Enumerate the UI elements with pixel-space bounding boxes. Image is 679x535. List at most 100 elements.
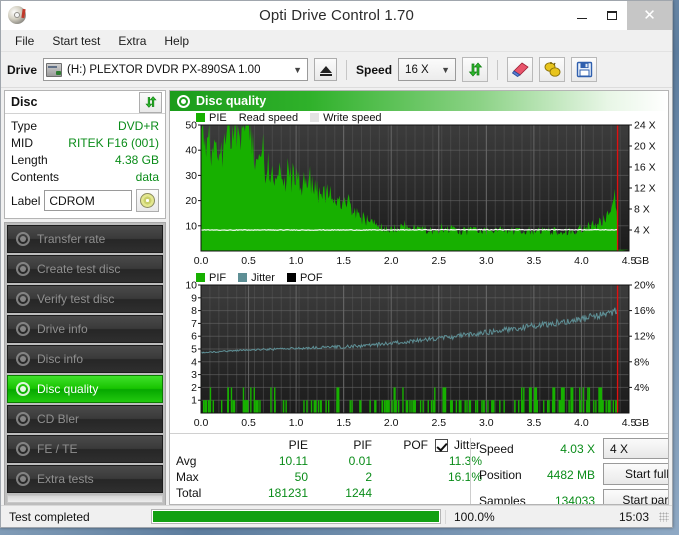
sidebar-item-create-test-disc[interactable]: Create test disc xyxy=(7,255,163,283)
left-column: Disc Type DVD+R MID RITEK F16 (001) Leng… xyxy=(4,90,166,505)
eject-icon xyxy=(319,66,332,76)
save-icon xyxy=(576,61,592,78)
sidebar-item-fe-te[interactable]: FE / TE xyxy=(7,435,163,463)
refresh-button[interactable] xyxy=(462,57,489,82)
svg-text:4.0: 4.0 xyxy=(574,255,589,267)
svg-text:8%: 8% xyxy=(634,356,649,368)
svg-text:30: 30 xyxy=(185,170,197,182)
sidebar-item-label: Verify test disc xyxy=(37,292,115,306)
legend-swatch-jitter xyxy=(238,273,248,282)
menu-help[interactable]: Help xyxy=(156,31,197,51)
jitter-checkbox[interactable] xyxy=(435,438,448,452)
sidebar-item-drive-info[interactable]: Drive info xyxy=(7,315,163,343)
svg-text:1.0: 1.0 xyxy=(289,417,304,429)
sidebar-item-extra-tests[interactable]: Extra tests xyxy=(7,465,163,493)
start-part-button[interactable]: Start part xyxy=(603,489,668,504)
disc-refresh-button[interactable] xyxy=(139,91,162,113)
menu-start-test[interactable]: Start test xyxy=(44,31,108,51)
stats-row-label-max: Max xyxy=(176,470,199,484)
legend-swatch-pof xyxy=(286,273,296,282)
plug-button[interactable] xyxy=(539,57,566,82)
test-speed-value: 4 X xyxy=(610,441,629,456)
svg-text:4%: 4% xyxy=(634,382,649,394)
svg-text:40: 40 xyxy=(185,145,197,157)
disc-label-input[interactable]: CDROM xyxy=(44,190,132,211)
chevron-down-icon: ▼ xyxy=(441,64,451,75)
stats-area: PIE PIF POF Jitter Avg 10.11 0.01 11.3% … xyxy=(170,433,668,505)
eject-button[interactable] xyxy=(314,58,338,81)
disc-value: 4.38 GB xyxy=(114,153,159,167)
disc-quality-icon xyxy=(177,94,190,108)
pif-chart: PIF Jitter POF 1 2 3 4 5 6 7 8 9 10 4% 8% 12% 16% 20% 0… xyxy=(170,271,668,433)
stats-table: PIE PIF POF Jitter Avg 10.11 0.01 11.3% … xyxy=(170,438,482,504)
svg-text:10: 10 xyxy=(185,220,197,232)
readout-value-position: 4482 MB xyxy=(546,467,595,482)
disc-panel-header: Disc xyxy=(5,91,165,114)
menu-file[interactable]: File xyxy=(7,31,42,51)
svg-text:3: 3 xyxy=(191,369,197,381)
stats-header-pie: PIE xyxy=(288,438,308,452)
run-controls: Speed 4.03 X Position 4482 MB Samples 13… xyxy=(470,438,668,505)
panel-header: Disc quality xyxy=(170,91,668,111)
disc-key: MID xyxy=(11,136,33,150)
svg-text:8: 8 xyxy=(191,305,197,317)
stats-total-pie: 181231 xyxy=(267,486,308,500)
sidebar-item-label: Create test disc xyxy=(37,262,121,276)
sidebar-item-transfer-rate[interactable]: Transfer rate xyxy=(7,225,163,253)
sidebar-item-disc-info[interactable]: Disc info xyxy=(7,345,163,373)
disc-properties: Type DVD+R MID RITEK F16 (001) Length 4.… xyxy=(5,114,165,218)
readout-key-speed: Speed xyxy=(479,441,514,456)
refresh-icon xyxy=(468,62,482,77)
svg-text:4 X: 4 X xyxy=(634,225,650,237)
run-readouts: Speed 4.03 X Position 4482 MB Samples 13… xyxy=(479,438,595,505)
disc-label-apply-button[interactable] xyxy=(136,189,159,212)
svg-text:24 X: 24 X xyxy=(634,120,656,132)
disc-row-contents: Contents data xyxy=(11,169,159,186)
svg-text:5: 5 xyxy=(191,344,197,356)
speed-select[interactable]: 16 X ▼ xyxy=(398,58,457,81)
minimize-button[interactable] xyxy=(567,1,597,30)
disc-key: Length xyxy=(11,153,48,167)
test-speed-select[interactable]: 4 X ▼ xyxy=(603,438,668,459)
disc-row-length: Length 4.38 GB xyxy=(11,152,159,169)
eraser-icon xyxy=(511,62,529,77)
svg-text:0.5: 0.5 xyxy=(241,417,256,429)
sidebar-item-label: Drive info xyxy=(37,322,88,336)
stats-max-pie: 50 xyxy=(294,470,308,484)
menu-extra[interactable]: Extra xyxy=(110,31,154,51)
sidebar-item-cd-bler[interactable]: CD Bler xyxy=(7,405,163,433)
svg-text:1.5: 1.5 xyxy=(336,417,351,429)
disc-row-mid: MID RITEK F16 (001) xyxy=(11,135,159,152)
save-button[interactable] xyxy=(571,57,598,82)
disc-icon xyxy=(16,472,30,486)
disc-icon xyxy=(16,292,30,306)
legend-label-pof: POF xyxy=(299,271,323,284)
refresh-icon xyxy=(144,96,157,108)
start-full-button[interactable]: Start full xyxy=(603,463,668,485)
readout-value-speed: 4.03 X xyxy=(560,441,595,456)
stats-row-label-avg: Avg xyxy=(176,454,197,468)
maximize-button[interactable] xyxy=(597,1,627,30)
minimize-icon xyxy=(577,17,587,19)
sidebar-item-disc-quality[interactable]: Disc quality xyxy=(7,375,163,403)
sidebar-item-label: Disc info xyxy=(37,352,84,366)
erase-button[interactable] xyxy=(507,57,534,82)
resize-grip[interactable] xyxy=(659,511,669,522)
disc-value: data xyxy=(135,170,159,184)
sidebar-item-label: CD Bler xyxy=(37,412,80,426)
stats-avg-pif: 0.01 xyxy=(348,454,372,468)
disc-info-icon xyxy=(16,352,30,366)
svg-text:20%: 20% xyxy=(634,280,655,292)
drive-select-value: (H:) PLEXTOR DVDR PX-890SA 1.00 xyxy=(67,63,261,76)
speed-select-value: 16 X xyxy=(405,63,429,76)
close-button[interactable]: ✕ xyxy=(627,0,672,30)
disc-key: Type xyxy=(11,119,38,133)
sidebar-item-verify-test-disc[interactable]: Verify test disc xyxy=(7,285,163,313)
stats-total-pif: 1244 xyxy=(345,486,372,500)
app-disc-icon xyxy=(8,6,26,24)
disc-write-icon xyxy=(16,262,30,276)
svg-text:3.5: 3.5 xyxy=(527,417,542,429)
drive-select[interactable]: (H:) PLEXTOR DVDR PX-890SA 1.00 ▼ xyxy=(43,58,309,81)
svg-text:2: 2 xyxy=(191,382,197,394)
pie-chart-legend: PIE Read speed Write speed xyxy=(196,111,390,124)
